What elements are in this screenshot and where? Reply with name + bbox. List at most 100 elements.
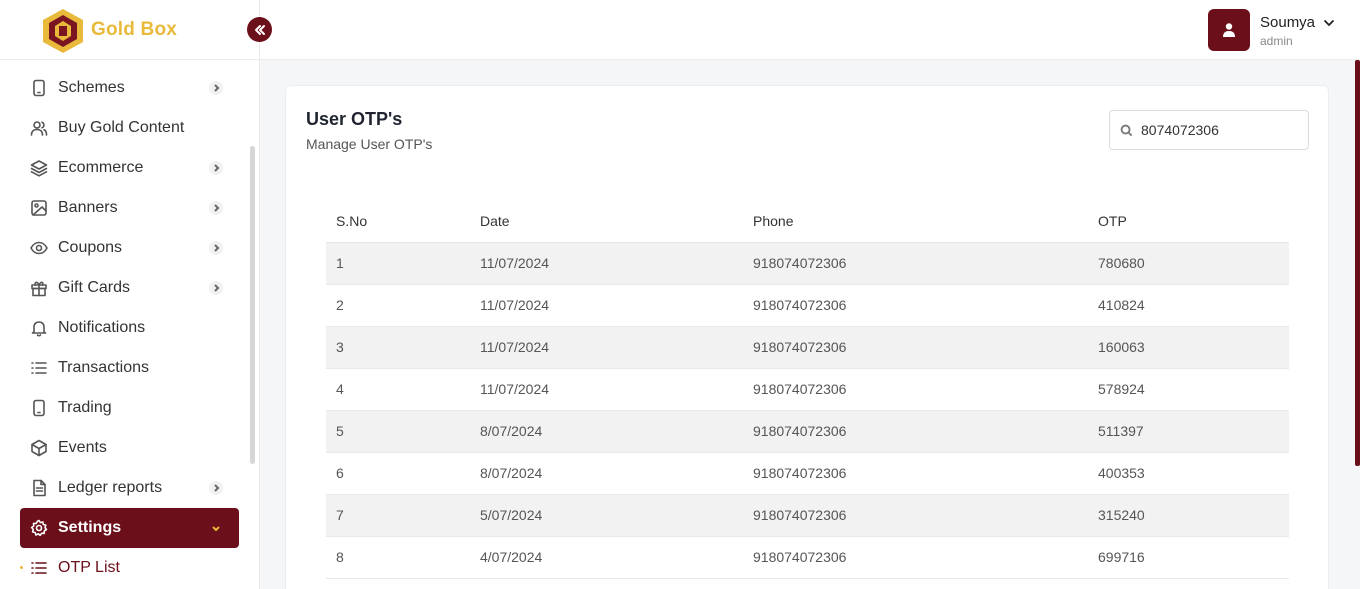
user-name[interactable]: Soumya	[1260, 14, 1315, 31]
users-icon	[30, 119, 48, 137]
sidebar-item-label: Events	[58, 439, 107, 456]
user-role: admin	[1260, 34, 1293, 48]
page-title: User OTP's	[306, 109, 403, 129]
cell-sno: 5	[326, 410, 470, 453]
user-icon	[1223, 23, 1235, 37]
cell-phone: 918074072306	[743, 452, 1088, 495]
file-icon	[30, 479, 48, 497]
table-row[interactable]: 5 8/07/2024 918074072306 511397	[326, 410, 1289, 453]
cell-otp: 511397	[1088, 410, 1289, 453]
table-header-row: S.No Date Phone OTP	[326, 200, 1289, 243]
cell-phone: 918074072306	[743, 410, 1088, 453]
sidebar-item-ledger-reports[interactable]: Ledger reports	[0, 468, 259, 508]
sidebar-item-notifications[interactable]: Notifications	[0, 308, 259, 348]
sidebar-item-label: Ecommerce	[58, 159, 144, 176]
otp-table: S.No Date Phone OTP 1 11/07/2024 9180740…	[326, 200, 1289, 579]
cell-phone: 918074072306	[743, 326, 1088, 369]
sidebar-item-label: Coupons	[58, 239, 123, 256]
top-bar: Soumya admin	[260, 0, 1360, 60]
table-row[interactable]: 6 8/07/2024 918074072306 400353	[326, 452, 1289, 495]
sidebar-nav: Schemes Buy Gold Content Ecommerce Banne…	[0, 68, 259, 588]
sidebar-item-settings[interactable]: Settings	[20, 508, 239, 548]
chevron-right-icon	[209, 201, 223, 215]
cell-otp: 400353	[1088, 452, 1289, 495]
sidebar-item-label: Schemes	[58, 79, 125, 96]
sidebar-item-banners[interactable]: Banners	[0, 188, 259, 228]
table-row[interactable]: 1 11/07/2024 918074072306 780680	[326, 242, 1289, 285]
cube-icon	[30, 439, 48, 457]
sidebar-item-schemes[interactable]: Schemes	[0, 68, 259, 108]
double-chevron-left-icon	[254, 24, 265, 35]
sidebar-item-transactions[interactable]: Transactions	[0, 348, 259, 388]
chevron-down-icon	[209, 521, 223, 535]
sidebar-item-events[interactable]: Events	[0, 428, 259, 468]
cell-sno: 4	[326, 368, 470, 411]
cell-phone: 918074072306	[743, 536, 1088, 579]
collapse-sidebar-button[interactable]	[247, 17, 272, 42]
layers-icon	[30, 159, 48, 177]
cell-date: 11/07/2024	[470, 242, 743, 285]
sidebar-item-trading[interactable]: Trading	[0, 388, 259, 428]
sidebar-item-label: Buy Gold Content	[58, 119, 185, 136]
sidebar-item-label: Gift Cards	[58, 279, 131, 296]
cell-date: 11/07/2024	[470, 326, 743, 369]
cell-otp: 410824	[1088, 284, 1289, 327]
cell-sno: 3	[326, 326, 470, 369]
sidebar-item-label: Transactions	[58, 359, 149, 376]
page-subtitle: Manage User OTP's	[306, 136, 433, 152]
cell-otp: 780680	[1088, 242, 1289, 285]
sidebar-item-ecommerce[interactable]: Ecommerce	[0, 148, 259, 188]
cell-sno: 7	[326, 494, 470, 537]
cell-sno: 2	[326, 284, 470, 327]
gear-icon	[30, 519, 48, 537]
search-input[interactable]	[1141, 122, 1291, 138]
chevron-down-icon[interactable]	[1323, 17, 1335, 29]
table-row[interactable]: 7 5/07/2024 918074072306 315240	[326, 494, 1289, 537]
chevron-right-icon	[209, 161, 223, 175]
page-scrollbar[interactable]	[1355, 60, 1360, 466]
cell-otp: 160063	[1088, 326, 1289, 369]
phone-icon	[30, 399, 48, 417]
sidebar-scrollbar[interactable]	[250, 146, 255, 464]
search-box[interactable]	[1109, 110, 1309, 150]
chevron-right-icon	[209, 241, 223, 255]
column-header-date[interactable]: Date	[470, 200, 743, 243]
sidebar-item-label: Banners	[58, 199, 118, 216]
submenu-dot	[20, 566, 23, 569]
sidebar-item-coupons[interactable]: Coupons	[0, 228, 259, 268]
phone-icon	[30, 79, 48, 97]
table-row[interactable]: 8 4/07/2024 918074072306 699716	[326, 536, 1289, 579]
brand-name[interactable]: Gold Box	[91, 19, 177, 41]
search-icon	[1120, 124, 1133, 136]
cell-sno: 1	[326, 242, 470, 285]
cell-phone: 918074072306	[743, 242, 1088, 285]
chevron-right-icon	[209, 81, 223, 95]
cell-date: 5/07/2024	[470, 494, 743, 537]
sidebar-item-gift-cards[interactable]: Gift Cards	[0, 268, 259, 308]
chevron-right-icon	[209, 281, 223, 295]
column-header-otp[interactable]: OTP	[1088, 200, 1289, 243]
brand: Gold Box	[0, 0, 259, 60]
sidebar-item-buy-gold-content[interactable]: Buy Gold Content	[0, 108, 259, 148]
gift-icon	[30, 279, 48, 297]
cell-date: 8/07/2024	[470, 452, 743, 495]
cell-sno: 6	[326, 452, 470, 495]
cell-date: 11/07/2024	[470, 368, 743, 411]
chevron-right-icon	[209, 481, 223, 495]
user-avatar[interactable]	[1208, 9, 1250, 51]
list-icon	[30, 559, 48, 577]
sidebar-item-otp-list[interactable]: OTP List	[0, 548, 259, 588]
cell-otp: 578924	[1088, 368, 1289, 411]
cell-date: 11/07/2024	[470, 284, 743, 327]
image-icon	[30, 199, 48, 217]
column-header-sno[interactable]: S.No	[326, 200, 470, 243]
table-row[interactable]: 3 11/07/2024 918074072306 160063	[326, 326, 1289, 369]
table-row[interactable]: 2 11/07/2024 918074072306 410824	[326, 284, 1289, 327]
cell-phone: 918074072306	[743, 494, 1088, 537]
table-row[interactable]: 4 11/07/2024 918074072306 578924	[326, 368, 1289, 411]
gold-box-logo-icon[interactable]	[42, 8, 84, 54]
cell-otp: 315240	[1088, 494, 1289, 537]
cell-sno: 8	[326, 536, 470, 579]
column-header-phone[interactable]: Phone	[743, 200, 1088, 243]
cell-phone: 918074072306	[743, 368, 1088, 411]
